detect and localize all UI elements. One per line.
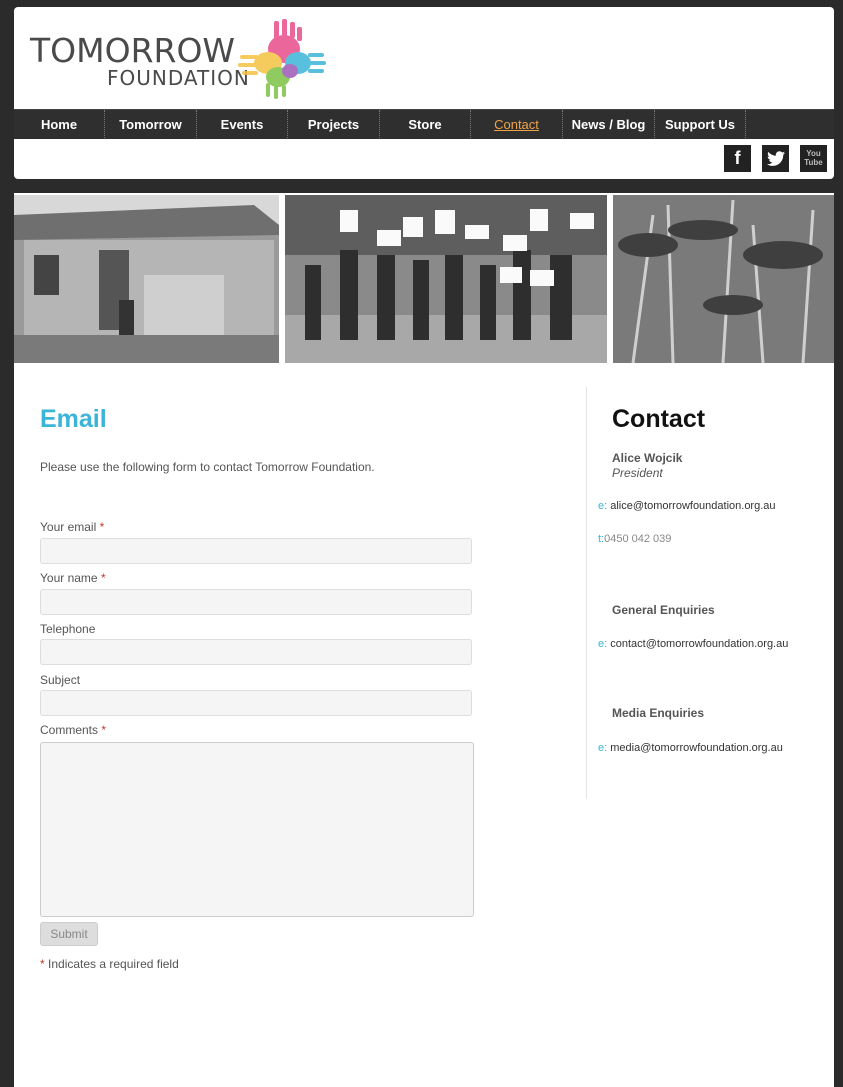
nav-store[interactable]: Store <box>380 110 471 140</box>
nav-contact[interactable]: Contact <box>471 110 563 140</box>
general-email-link[interactable]: contact@tomorrowfoundation.org.au <box>610 638 788 650</box>
contact-person-role: President <box>612 466 663 480</box>
person-phone: 0450 042 039 <box>604 533 672 545</box>
comments-textarea[interactable] <box>40 742 474 917</box>
general-enquiries-heading: General Enquiries <box>612 603 715 617</box>
subject-label: Subject <box>40 673 81 687</box>
children-photo <box>285 195 607 363</box>
submit-button[interactable]: Submit <box>40 922 98 946</box>
contact-title: Contact <box>612 405 706 433</box>
facebook-icon[interactable]: f <box>724 145 751 172</box>
telephone-label: Telephone <box>40 622 96 636</box>
main-nav: Home Tomorrow Events Projects Store Cont… <box>14 109 834 140</box>
nav-home[interactable]: Home <box>14 110 105 140</box>
social-bar: f You Tube <box>14 139 834 179</box>
name-field[interactable] <box>40 589 472 615</box>
column-divider <box>586 387 587 799</box>
person-phone-line: t:0450 042 039 <box>598 533 672 545</box>
person-email-line: e: alice@tomorrowfoundation.org.au <box>598 500 776 512</box>
logo-line-1: TOMORROW <box>30 31 236 70</box>
contact-person-name: Alice Wojcik <box>612 451 683 465</box>
comments-label: Comments * <box>40 723 107 737</box>
telephone-field[interactable] <box>40 639 472 665</box>
person-email-link[interactable]: alice@tomorrowfoundation.org.au <box>610 500 775 512</box>
logo-line-2: FOUNDATION <box>107 66 250 90</box>
required-field-note: * Indicates a required field <box>40 957 179 971</box>
youtube-icon[interactable]: You Tube <box>800 145 827 172</box>
media-email-link[interactable]: media@tomorrowfoundation.org.au <box>610 742 783 754</box>
nav-tomorrow[interactable]: Tomorrow <box>105 110 197 140</box>
email-label: Your email * <box>40 520 105 534</box>
photo-banner <box>14 193 834 365</box>
page-wrapper: TOMORROW FOUNDATION Home Tomorrow Events… <box>14 7 834 1087</box>
nav-projects[interactable]: Projects <box>288 110 380 140</box>
email-section-title: Email <box>40 405 107 433</box>
email-field[interactable] <box>40 538 472 564</box>
media-enquiries-heading: Media Enquiries <box>612 706 705 720</box>
subject-field[interactable] <box>40 690 472 716</box>
site-header: TOMORROW FOUNDATION <box>14 7 834 109</box>
twitter-icon[interactable] <box>762 145 789 172</box>
main-content: Email Please use the following form to c… <box>14 365 834 1087</box>
form-intro-text: Please use the following form to contact… <box>40 460 375 474</box>
nav-support-us[interactable]: Support Us <box>655 110 746 140</box>
building-photo <box>14 195 279 363</box>
general-email-line: e: contact@tomorrowfoundation.org.au <box>598 638 789 650</box>
media-email-line: e: media@tomorrowfoundation.org.au <box>598 742 783 754</box>
plants-photo <box>613 195 834 363</box>
name-label: Your name * <box>40 571 106 585</box>
site-logo[interactable]: TOMORROW FOUNDATION <box>30 34 250 89</box>
nav-events[interactable]: Events <box>197 110 288 140</box>
hands-logo-icon <box>238 19 326 99</box>
nav-news-blog[interactable]: News / Blog <box>563 110 655 140</box>
